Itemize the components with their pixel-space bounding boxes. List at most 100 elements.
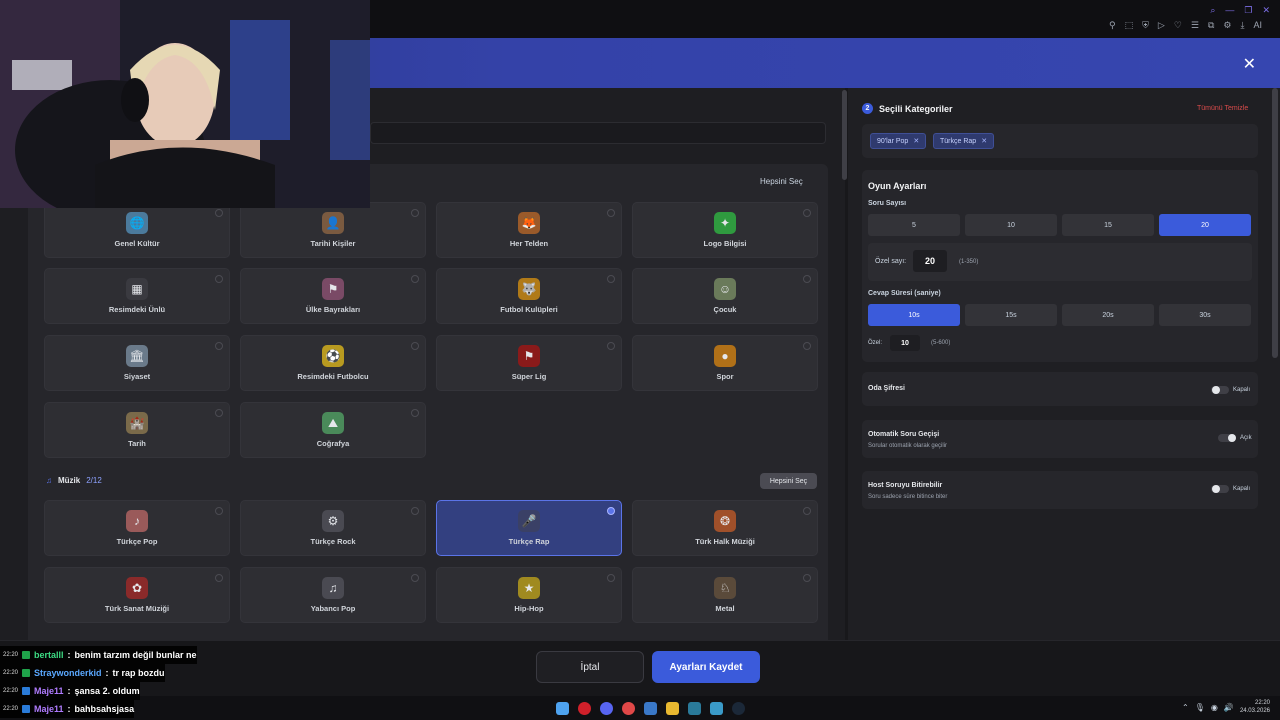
settings-icon[interactable]: ⚙ xyxy=(1223,20,1231,31)
category-tile-resimdeki-futbolcu[interactable]: ⚽ Resimdeki Futbolcu xyxy=(240,335,426,391)
select-radio[interactable] xyxy=(607,275,615,283)
selected-check-icon[interactable] xyxy=(607,507,615,515)
category-icon: ♪ xyxy=(126,510,148,532)
extensions-icon[interactable]: ⧉ xyxy=(1208,20,1214,31)
question-count-option-10[interactable]: 10 xyxy=(965,214,1057,236)
opera-icon[interactable] xyxy=(578,702,591,715)
cancel-button[interactable]: İptal xyxy=(536,651,644,683)
custom-time-input[interactable]: 10 xyxy=(890,335,920,351)
answer-time-option-20s[interactable]: 20s xyxy=(1062,304,1154,326)
left-scrollbar[interactable] xyxy=(842,90,847,180)
remove-chip-icon[interactable]: ✕ xyxy=(913,137,919,145)
discord-icon[interactable] xyxy=(600,702,613,715)
select-radio[interactable] xyxy=(215,209,223,217)
taskbar-clock[interactable]: 22:20 24.03.2026 xyxy=(1240,699,1270,715)
screenshot-icon[interactable]: ⬚ xyxy=(1125,20,1134,31)
select-radio[interactable] xyxy=(215,507,223,515)
category-tile-yabanc-pop[interactable]: ♫ Yabancı Pop xyxy=(240,567,426,623)
question-count-option-5[interactable]: 5 xyxy=(868,214,960,236)
close-window-icon[interactable]: ✕ xyxy=(1262,5,1270,16)
list-icon[interactable]: ☰ xyxy=(1191,20,1199,31)
select-radio[interactable] xyxy=(215,409,223,417)
clear-all-button[interactable]: Tümünü Temizle xyxy=(1197,105,1248,112)
app-icon[interactable] xyxy=(644,702,657,715)
custom-count-input[interactable]: 20 xyxy=(913,250,947,272)
steam-icon[interactable] xyxy=(732,702,745,715)
question-count-option-20[interactable]: 20 xyxy=(1159,214,1251,236)
toggle-title: Host Soruyu Bitirebilir xyxy=(868,482,943,489)
select-radio[interactable] xyxy=(803,275,811,283)
select-radio[interactable] xyxy=(411,574,419,582)
ai-button[interactable]: AI xyxy=(1253,20,1262,31)
select-radio[interactable] xyxy=(215,574,223,582)
answer-time-option-15s[interactable]: 15s xyxy=(965,304,1057,326)
category-tile-tarihi-kis-iler[interactable]: 👤 Tarihi Kişiler xyxy=(240,202,426,258)
category-tile-tu-rkc-e-rap[interactable]: 🎤 Türkçe Rap xyxy=(436,500,622,556)
category-tile-her-telden[interactable]: 🦊 Her Telden xyxy=(436,202,622,258)
wifi-icon[interactable]: ◉ xyxy=(1211,703,1218,712)
bulb-icon[interactable]: ⚲ xyxy=(1109,20,1116,31)
category-icon: ☺ xyxy=(714,278,736,300)
category-tile-tu-rk-sanat-mu-zig-i[interactable]: ✿ Türk Sanat Müziği xyxy=(44,567,230,623)
chat-message: 22:20 Maje11: şansa 2. oldum xyxy=(0,682,140,700)
close-icon[interactable]: ✕ xyxy=(1243,54,1256,74)
start-icon[interactable] xyxy=(556,702,569,715)
select-radio[interactable] xyxy=(215,342,223,350)
category-tile-resimdeki-u-nlu[interactable]: ▦ Resimdeki Ünlü xyxy=(44,268,230,324)
play-icon[interactable]: ▷ xyxy=(1158,20,1165,31)
category-tile-siyaset[interactable]: 🏛 Siyaset xyxy=(44,335,230,391)
category-tile-cog-rafya[interactable]: ⛰ Coğrafya xyxy=(240,402,426,458)
select-radio[interactable] xyxy=(411,409,419,417)
obs-icon[interactable] xyxy=(688,702,701,715)
category-tile-tarih[interactable]: 🏰 Tarih xyxy=(44,402,230,458)
category-tile-u-lke-bayraklar[interactable]: ⚑ Ülke Bayrakları xyxy=(240,268,426,324)
select-radio[interactable] xyxy=(215,275,223,283)
select-radio[interactable] xyxy=(411,209,419,217)
select-all-general-button[interactable]: Hepsini Seç xyxy=(760,177,803,186)
microphone-icon[interactable]: 🎙 xyxy=(1195,703,1205,712)
folder-icon[interactable] xyxy=(666,702,679,715)
select-radio[interactable] xyxy=(411,275,419,283)
category-tile-futbol-kulu-pleri[interactable]: 🐺 Futbol Kulüpleri xyxy=(436,268,622,324)
select-radio[interactable] xyxy=(803,209,811,217)
browser-icon[interactable] xyxy=(622,702,635,715)
category-tile-c-ocuk[interactable]: ☺ Çocuk xyxy=(632,268,818,324)
select-radio[interactable] xyxy=(411,342,419,350)
category-tile-genel-ku-ltu-r[interactable]: 🌐 Genel Kültür xyxy=(44,202,230,258)
maximize-icon[interactable]: ❐ xyxy=(1244,5,1252,16)
category-tile-su-per-lig[interactable]: ⚑ Süper Lig xyxy=(436,335,622,391)
search-input[interactable] xyxy=(370,122,826,144)
minimize-icon[interactable]: — xyxy=(1225,5,1234,16)
remove-chip-icon[interactable]: ✕ xyxy=(981,137,987,145)
toggle-switch[interactable] xyxy=(1211,485,1229,493)
search-icon[interactable]: ⌕ xyxy=(1210,5,1215,16)
select-radio[interactable] xyxy=(411,507,419,515)
category-tile-logo-bilgisi[interactable]: ✦ Logo Bilgisi xyxy=(632,202,818,258)
download-icon[interactable]: ⤓ xyxy=(1241,20,1245,31)
category-tile-hip-hop[interactable]: ★ Hip-Hop xyxy=(436,567,622,623)
category-tile-tu-rkc-e-rock[interactable]: ⚙ Türkçe Rock xyxy=(240,500,426,556)
heart-icon[interactable]: ♡ xyxy=(1174,20,1182,31)
answer-time-option-10s[interactable]: 10s xyxy=(868,304,960,326)
category-tile-tu-rk-halk-mu-zig-i[interactable]: ❂ Türk Halk Müziği xyxy=(632,500,818,556)
select-radio[interactable] xyxy=(803,342,811,350)
toggle-switch[interactable] xyxy=(1218,434,1236,442)
toggle-switch[interactable] xyxy=(1211,386,1229,394)
select-radio[interactable] xyxy=(607,574,615,582)
volume-icon[interactable]: 🔊 xyxy=(1224,703,1234,712)
category-tile-metal[interactable]: ♘ Metal xyxy=(632,567,818,623)
select-all-music-button[interactable]: Hepsini Seç xyxy=(760,473,817,489)
question-count-option-15[interactable]: 15 xyxy=(1062,214,1154,236)
select-radio[interactable] xyxy=(607,342,615,350)
shield-icon[interactable]: ⛨ xyxy=(1142,20,1149,31)
select-radio[interactable] xyxy=(803,507,811,515)
chevron-up-icon[interactable]: ⌃ xyxy=(1182,703,1189,712)
answer-time-option-30s[interactable]: 30s xyxy=(1159,304,1251,326)
save-settings-button[interactable]: Ayarları Kaydet xyxy=(652,651,760,683)
category-tile-spor[interactable]: ● Spor xyxy=(632,335,818,391)
select-radio[interactable] xyxy=(607,209,615,217)
right-scrollbar[interactable] xyxy=(1272,88,1278,358)
network-app-icon[interactable] xyxy=(710,702,723,715)
category-tile-tu-rkc-e-pop[interactable]: ♪ Türkçe Pop xyxy=(44,500,230,556)
select-radio[interactable] xyxy=(803,574,811,582)
